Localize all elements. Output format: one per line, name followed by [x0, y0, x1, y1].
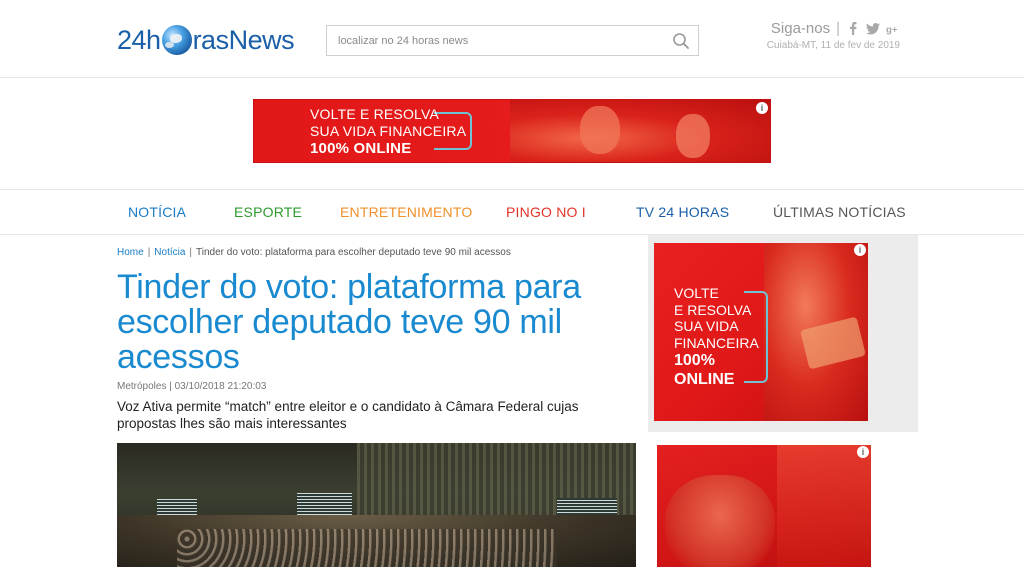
svg-text:g+: g+	[886, 24, 898, 35]
ad-line: SUA VIDA	[674, 318, 739, 334]
follow-separator: |	[836, 20, 840, 37]
breadcrumb-home[interactable]: Home	[117, 247, 144, 258]
location-date: Cuiabá-MT, 11 de fev de 2019	[766, 40, 900, 51]
nav-item-esporte[interactable]: ESPORTE	[234, 204, 302, 220]
ad-line: VOLTE	[674, 285, 719, 301]
nav-item-tv-24-horas[interactable]: TV 24 HORAS	[636, 204, 729, 220]
ad-info-icon[interactable]: i	[857, 446, 869, 458]
breadcrumb-current: Tinder do voto: plataforma para escolher…	[196, 247, 511, 258]
google-plus-icon[interactable]: g+	[886, 22, 900, 36]
ad-photo	[510, 100, 770, 162]
search-box	[326, 25, 699, 56]
follow-label: Siga-nos	[770, 20, 831, 37]
site-header: 24h rasNews Siga-nos | g+ Cuiabá-MT, 11 d…	[0, 0, 1024, 78]
nav-item-noticia[interactable]: NOTÍCIA	[128, 204, 186, 220]
article-title: Tinder do voto: plataforma para escolher…	[117, 268, 581, 376]
ad-line: SUA VIDA FINANCEIRA	[310, 123, 467, 139]
ad-person-image	[665, 475, 775, 567]
breadcrumb: Home | Notícia | Tinder do voto: plataforma …	[117, 247, 511, 258]
article-lead: Voz Ativa permite “match” entre eleitor …	[117, 399, 579, 431]
logo-text-prefix: 24h	[117, 24, 161, 55]
ad-text: VOLTE E RESOLVA SUA VIDA FINANCEIRA 100%…	[310, 106, 466, 157]
top-banner-ad[interactable]: VOLTE E RESOLVA SUA VIDA FINANCEIRA 100%…	[253, 99, 771, 163]
ad-line: VOLTE E RESOLVA	[310, 106, 440, 122]
ad-info-icon[interactable]: i	[854, 244, 866, 256]
article-hero-image[interactable]	[117, 443, 636, 567]
ad-line: E RESOLVA	[674, 301, 752, 318]
ad-line-emphasis: 100% ONLINE	[310, 140, 412, 157]
nav-item-pingo-no-i[interactable]: PINGO NO I	[506, 204, 586, 220]
image-people-detail	[177, 529, 557, 567]
breadcrumb-separator: |	[189, 247, 193, 258]
twitter-icon[interactable]	[866, 22, 880, 36]
ad-line-emphasis: 100%	[674, 352, 715, 369]
main-nav: NOTÍCIA ESPORTE ENTRETENIMENTO PINGO NO …	[0, 189, 1024, 235]
nav-item-ultimas-noticias[interactable]: ÚLTIMAS NOTÍCIAS	[773, 204, 906, 220]
facebook-icon[interactable]	[846, 22, 860, 36]
image-screen-detail	[297, 493, 352, 515]
ad-line-emphasis: ONLINE	[674, 371, 735, 388]
breadcrumb-section[interactable]: Notícia	[154, 247, 185, 258]
ad-photo	[777, 445, 871, 567]
site-logo[interactable]: 24h rasNews	[117, 22, 295, 58]
search-input[interactable]	[327, 26, 657, 55]
sidebar-ad-secondary[interactable]: i	[657, 445, 871, 567]
sidebar-ad[interactable]: VOLTE E RESOLVA SUA VIDA FINANCEIRA 100%…	[654, 243, 868, 421]
article-meta: Metrópoles | 03/10/2018 21:20:03	[117, 381, 267, 392]
search-icon[interactable]	[672, 32, 690, 50]
ad-person-image	[676, 114, 710, 158]
globe-icon	[161, 25, 192, 55]
ad-text: VOLTE E RESOLVA SUA VIDA FINANCEIRA 100%…	[674, 285, 759, 389]
logo-text-suffix: rasNews	[192, 24, 295, 55]
breadcrumb-separator: |	[147, 247, 151, 258]
social-block: Siga-nos | g+ Cuiabá-MT, 11 de fev de 20…	[740, 20, 900, 51]
nav-item-entretenimento[interactable]: ENTRETENIMENTO	[340, 204, 472, 220]
ad-person-image	[580, 106, 620, 154]
ad-line: FINANCEIRA	[674, 334, 759, 351]
ad-info-icon[interactable]: i	[756, 102, 768, 114]
